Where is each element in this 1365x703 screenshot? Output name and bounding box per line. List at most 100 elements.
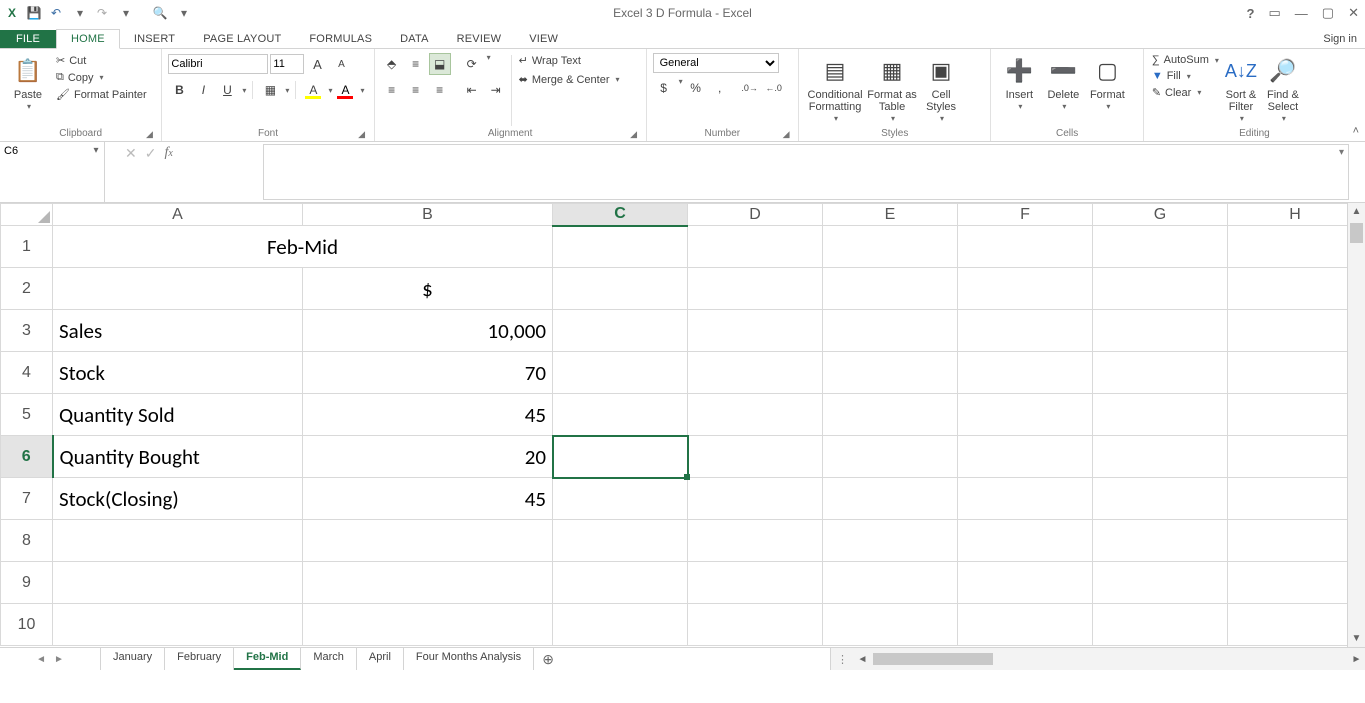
italic-button[interactable]: I <box>192 79 214 101</box>
cell-F3[interactable] <box>958 310 1093 352</box>
cell-C10[interactable] <box>553 604 688 646</box>
tab-formulas[interactable]: FORMULAS <box>295 30 386 48</box>
cell-E8[interactable] <box>823 520 958 562</box>
merge-center-button[interactable]: ⬌ Merge & Center ▾ <box>516 72 623 87</box>
cell-F5[interactable] <box>958 394 1093 436</box>
col-header-D[interactable]: D <box>688 204 823 226</box>
sheet-tab-january[interactable]: January <box>101 648 165 670</box>
clipboard-launcher-icon[interactable]: ◢ <box>143 129 155 141</box>
cell-H7[interactable] <box>1228 478 1363 520</box>
scroll-right-icon[interactable]: ► <box>1348 654 1365 665</box>
sheet-tab-four-months-analysis[interactable]: Four Months Analysis <box>404 648 534 670</box>
cell-H2[interactable] <box>1228 268 1363 310</box>
fill-color-button[interactable]: A <box>302 79 324 101</box>
cell-C5[interactable] <box>553 394 688 436</box>
cell-H4[interactable] <box>1228 352 1363 394</box>
select-all-corner[interactable] <box>1 204 53 226</box>
cell-B8[interactable] <box>303 520 553 562</box>
fill-color-dropdown-icon[interactable]: ▾ <box>328 86 332 95</box>
number-launcher-icon[interactable]: ◢ <box>780 129 792 141</box>
conditional-formatting-button[interactable]: ▤ Conditional Formatting▾ <box>805 53 865 125</box>
tab-file[interactable]: FILE <box>0 30 56 48</box>
increase-font-icon[interactable]: A <box>306 53 328 75</box>
worksheet-grid[interactable]: A B C D E F G H 1 Feb-Mid 2 $ <box>0 203 1365 647</box>
cell-G3[interactable] <box>1093 310 1228 352</box>
cell-A3[interactable]: Sales <box>53 310 303 352</box>
cell-E9[interactable] <box>823 562 958 604</box>
cell-C8[interactable] <box>553 520 688 562</box>
cancel-formula-icon[interactable]: ✕ <box>125 145 137 162</box>
expand-formula-bar-icon[interactable]: ▾ <box>1339 147 1344 158</box>
cell-F2[interactable] <box>958 268 1093 310</box>
cell-H1[interactable] <box>1228 226 1363 268</box>
align-top-icon[interactable]: ⬘ <box>381 53 403 75</box>
autosum-button[interactable]: ∑ AutoSum ▾ <box>1150 53 1221 67</box>
bold-button[interactable]: B <box>168 79 190 101</box>
autosum-dropdown-icon[interactable]: ▾ <box>1215 56 1219 65</box>
cell-G2[interactable] <box>1093 268 1228 310</box>
cell-E2[interactable] <box>823 268 958 310</box>
cell-A2[interactable] <box>53 268 303 310</box>
font-color-button[interactable]: A <box>334 79 356 101</box>
cell-H8[interactable] <box>1228 520 1363 562</box>
cell-A1-merged[interactable]: Feb-Mid <box>53 226 553 268</box>
cell-D7[interactable] <box>688 478 823 520</box>
cell-C2[interactable] <box>553 268 688 310</box>
enter-formula-icon[interactable]: ✓ <box>145 145 157 162</box>
cell-E6[interactable] <box>823 436 958 478</box>
cell-H10[interactable] <box>1228 604 1363 646</box>
paste-dropdown-icon[interactable]: ▾ <box>27 101 31 113</box>
cell-C4[interactable] <box>553 352 688 394</box>
tab-split-handle[interactable]: ⋮ <box>831 653 854 666</box>
cell-E10[interactable] <box>823 604 958 646</box>
cell-D9[interactable] <box>688 562 823 604</box>
number-format-combo[interactable]: General <box>653 53 779 73</box>
cell-E1[interactable] <box>823 226 958 268</box>
undo-icon[interactable]: ↶ <box>48 5 64 21</box>
cell-H3[interactable] <box>1228 310 1363 352</box>
cell-F7[interactable] <box>958 478 1093 520</box>
cell-B10[interactable] <box>303 604 553 646</box>
tab-view[interactable]: VIEW <box>515 30 572 48</box>
cell-F4[interactable] <box>958 352 1093 394</box>
help-icon[interactable]: ? <box>1247 6 1255 21</box>
cell-G9[interactable] <box>1093 562 1228 604</box>
maximize-icon[interactable]: ▢ <box>1322 5 1334 21</box>
sign-in-link[interactable]: Sign in <box>1323 33 1357 45</box>
row-header-10[interactable]: 10 <box>1 604 53 646</box>
horizontal-scroll-track[interactable] <box>871 653 1348 665</box>
orientation-dropdown-icon[interactable]: ▾ <box>487 53 491 75</box>
format-as-table-button[interactable]: ▦ Format as Table▾ <box>865 53 919 125</box>
col-header-C[interactable]: C <box>553 204 688 226</box>
cell-G6[interactable] <box>1093 436 1228 478</box>
fill-dropdown-icon[interactable]: ▾ <box>1187 72 1191 81</box>
cell-C9[interactable] <box>553 562 688 604</box>
percent-format-button[interactable]: % <box>685 77 707 99</box>
sheet-tab-march[interactable]: March <box>301 648 357 670</box>
col-header-B[interactable]: B <box>303 204 553 226</box>
wrap-text-button[interactable]: ↵ Wrap Text <box>516 53 623 68</box>
redo-icon[interactable]: ↷ <box>94 5 110 21</box>
cell-F8[interactable] <box>958 520 1093 562</box>
row-header-8[interactable]: 8 <box>1 520 53 562</box>
cell-A7[interactable]: Stock(Closing) <box>53 478 303 520</box>
col-header-A[interactable]: A <box>53 204 303 226</box>
cell-C7[interactable] <box>553 478 688 520</box>
col-header-E[interactable]: E <box>823 204 958 226</box>
horizontal-scrollbar[interactable]: ⋮ ◄ ► <box>830 648 1365 670</box>
tab-nav-prev-icon[interactable]: ◄ <box>36 654 46 665</box>
tab-data[interactable]: DATA <box>386 30 443 48</box>
cell-G8[interactable] <box>1093 520 1228 562</box>
sheet-tab-nav[interactable]: ◄ ► <box>0 648 101 670</box>
tab-page-layout[interactable]: PAGE LAYOUT <box>189 30 295 48</box>
decrease-font-icon[interactable]: A <box>330 53 352 75</box>
tab-review[interactable]: REVIEW <box>443 30 516 48</box>
accounting-dropdown-icon[interactable]: ▾ <box>679 77 683 99</box>
cell-G7[interactable] <box>1093 478 1228 520</box>
cell-F10[interactable] <box>958 604 1093 646</box>
cell-A8[interactable] <box>53 520 303 562</box>
cell-G1[interactable] <box>1093 226 1228 268</box>
align-bottom-icon[interactable]: ⬓ <box>429 53 451 75</box>
cell-A5[interactable]: Quantity Sold <box>53 394 303 436</box>
sheet-tab-february[interactable]: February <box>165 648 234 670</box>
